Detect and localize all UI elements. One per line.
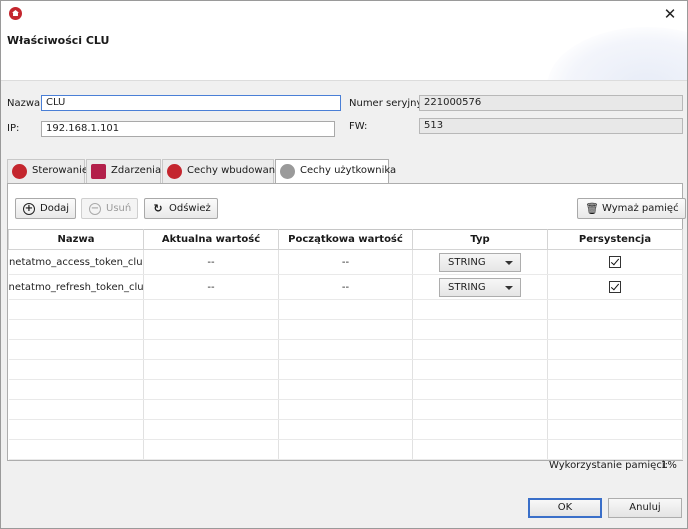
minus-icon: − [89, 203, 101, 215]
fw-label: FW: [349, 121, 368, 132]
empty-row [8, 439, 683, 460]
ip-label: IP: [7, 123, 20, 134]
add-button[interactable]: + Dodaj [15, 198, 77, 219]
name-field[interactable]: CLU [41, 95, 341, 111]
events-icon [91, 164, 106, 179]
refresh-icon: ↻ [153, 202, 163, 215]
dialog-header: Właściwości CLU [1, 27, 687, 81]
column-header[interactable]: Persystencja [547, 229, 683, 250]
empty-row [8, 379, 683, 400]
empty-row [8, 299, 683, 320]
tab-label: Cechy użytkownika [300, 165, 397, 176]
add-button-label: Dodaj [40, 203, 70, 214]
table-row[interactable]: netatmo_access_token_clu -- -- STRING [8, 249, 683, 275]
empty-row [8, 319, 683, 340]
fw-field: 513 [419, 118, 683, 134]
app-home-icon [9, 7, 22, 20]
persistence-checkbox[interactable] [609, 281, 621, 293]
feature-name-cell[interactable]: netatmo_access_token_clu [8, 249, 144, 275]
ok-button[interactable]: OK [528, 498, 602, 518]
remove-button-label: Usuń [106, 203, 132, 214]
tab-label: Cechy wbudowane [187, 165, 282, 176]
trash-icon: 🗑 [585, 202, 599, 215]
column-header[interactable]: Nazwa [8, 229, 144, 250]
column-header[interactable]: Początkowa wartość [278, 229, 413, 250]
serial-label: Numer seryjny: [349, 98, 426, 109]
refresh-button-label: Odśwież [169, 203, 211, 214]
memory-usage-value: 1% [661, 460, 677, 471]
tab-zdarzenia[interactable]: Zdarzenia [86, 159, 161, 183]
clear-memory-button-label: Wymaż pamięć [602, 203, 679, 214]
memory-usage-label: Wykorzystanie pamięci: [549, 460, 668, 471]
serial-number-field: 221000576 [419, 95, 683, 111]
remove-button[interactable]: − Usuń [81, 198, 139, 219]
clear-memory-button[interactable]: 🗑 Wymaż pamięć [577, 198, 686, 219]
empty-row [8, 339, 683, 360]
close-button[interactable]: ✕ [659, 4, 681, 24]
control-icon [12, 164, 27, 179]
table-row[interactable]: netatmo_refresh_token_clu -- -- STRING [8, 274, 683, 300]
properties-dialog: ✕ Właściwości CLU Nazwa: CLU IP: 192.168… [0, 0, 688, 529]
empty-row [8, 419, 683, 440]
type-cell: STRING [412, 274, 548, 300]
persistence-cell [547, 249, 683, 275]
initial-value-cell[interactable]: -- [278, 249, 413, 275]
type-select[interactable]: STRING [439, 252, 521, 272]
tab-label: Zdarzenia [111, 165, 162, 176]
persistence-checkbox[interactable] [609, 256, 621, 268]
tab-cechy-wbudowane[interactable]: Cechy wbudowane [162, 159, 281, 183]
current-value-cell[interactable]: -- [143, 274, 279, 300]
initial-value-cell[interactable]: -- [278, 274, 413, 300]
tab-cechy-uzytkownika[interactable]: Cechy użytkownika [275, 159, 396, 184]
feature-name-cell[interactable]: netatmo_refresh_token_clu [8, 274, 144, 300]
name-label: Nazwa: [7, 98, 44, 109]
current-value-cell[interactable]: -- [143, 249, 279, 275]
refresh-button[interactable]: ↻ Odśwież [144, 198, 218, 219]
empty-row [8, 359, 683, 380]
table-header-row: Nazwa Aktualna wartość Początkowa wartoś… [8, 229, 683, 250]
column-header[interactable]: Typ [412, 229, 548, 250]
tab-sterowanie[interactable]: Sterowanie [7, 159, 89, 183]
user-features-table: Nazwa Aktualna wartość Początkowa wartoś… [8, 229, 683, 460]
dialog-title: Właściwości CLU [7, 34, 110, 47]
user-features-icon [280, 164, 295, 179]
persistence-cell [547, 274, 683, 300]
tab-label: Sterowanie [32, 165, 89, 176]
column-header[interactable]: Aktualna wartość [143, 229, 279, 250]
empty-row [8, 399, 683, 420]
cancel-button[interactable]: Anuluj [608, 498, 682, 518]
plus-icon: + [23, 203, 35, 215]
title-bar: ✕ [1, 1, 687, 27]
builtin-features-icon [167, 164, 182, 179]
type-cell: STRING [412, 249, 548, 275]
type-select[interactable]: STRING [439, 277, 521, 297]
ip-field[interactable]: 192.168.1.101 [41, 121, 335, 137]
